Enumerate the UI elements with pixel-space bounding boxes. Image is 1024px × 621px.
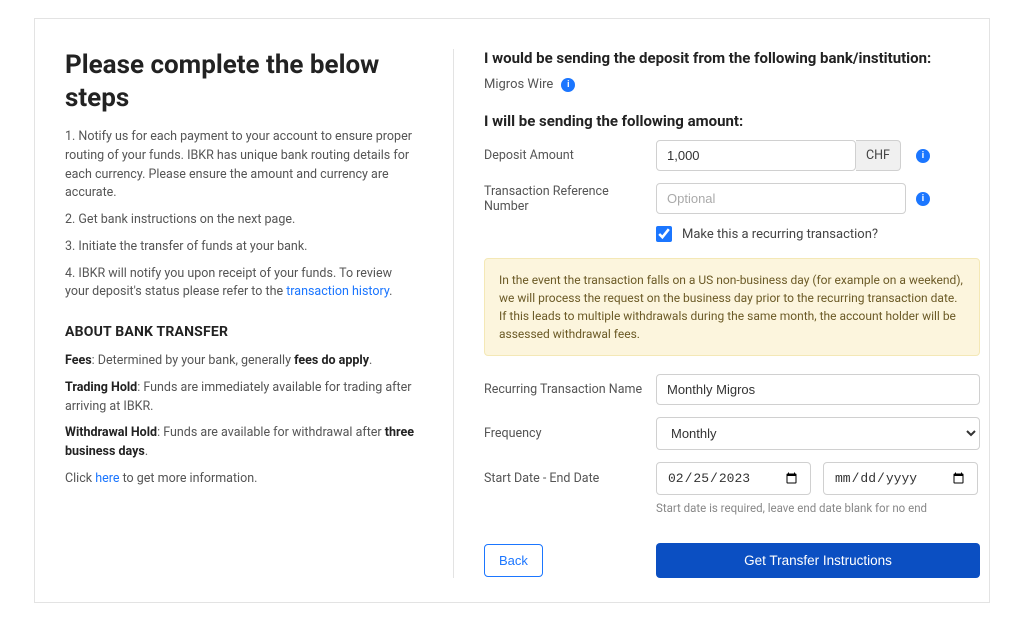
left-panel: Please complete the below steps 1. Notif… (65, 49, 417, 578)
trading-hold-line: Trading Hold: Funds are immediately avai… (65, 379, 417, 417)
info-icon[interactable]: i (561, 78, 575, 92)
start-date-input[interactable] (656, 462, 811, 495)
transaction-history-link[interactable]: transaction history (286, 284, 389, 299)
date-range-label: Start Date - End Date (484, 471, 656, 486)
amount-heading: I will be sending the following amount: (484, 112, 980, 130)
recurring-checkbox[interactable] (656, 226, 672, 242)
info-icon[interactable]: i (916, 192, 930, 206)
recurring-label: Make this a recurring transaction? (682, 227, 878, 242)
deposit-amount-label: Deposit Amount (484, 148, 656, 163)
deposit-card: Please complete the below steps 1. Notif… (34, 18, 990, 603)
recurring-name-label: Recurring Transaction Name (484, 382, 656, 397)
back-button[interactable]: Back (484, 544, 543, 577)
step-3: 3. Initiate the transfer of funds at you… (65, 238, 417, 257)
about-heading: ABOUT BANK TRANSFER (65, 324, 417, 340)
right-panel: I would be sending the deposit from the … (453, 49, 980, 578)
more-info-line: Click here to get more information. (65, 470, 417, 489)
page-title: Please complete the below steps (65, 49, 417, 114)
institution-name: Migros Wire (484, 77, 553, 92)
end-date-input[interactable] (823, 462, 978, 495)
trn-input[interactable] (656, 183, 906, 214)
step-1: 1. Notify us for each payment to your ac… (65, 128, 417, 203)
recurring-alert: In the event the transaction falls on a … (484, 258, 980, 356)
more-info-link[interactable]: here (95, 471, 119, 486)
trn-label: Transaction Reference Number (484, 184, 656, 214)
recurring-name-input[interactable] (656, 374, 980, 405)
frequency-select[interactable]: Monthly (656, 417, 980, 450)
info-icon[interactable]: i (916, 149, 930, 163)
institution-heading: I would be sending the deposit from the … (484, 49, 980, 67)
step-2: 2. Get bank instructions on the next pag… (65, 211, 417, 230)
fees-line: Fees: Determined by your bank, generally… (65, 352, 417, 371)
currency-addon: CHF (856, 140, 901, 171)
get-instructions-button[interactable]: Get Transfer Instructions (656, 543, 980, 578)
withdrawal-hold-line: Withdrawal Hold: Funds are available for… (65, 424, 417, 462)
frequency-label: Frequency (484, 426, 656, 441)
step-4: 4. IBKR will notify you upon receipt of … (65, 265, 417, 303)
date-hint: Start date is required, leave end date b… (656, 501, 980, 515)
deposit-amount-input[interactable] (656, 140, 856, 171)
